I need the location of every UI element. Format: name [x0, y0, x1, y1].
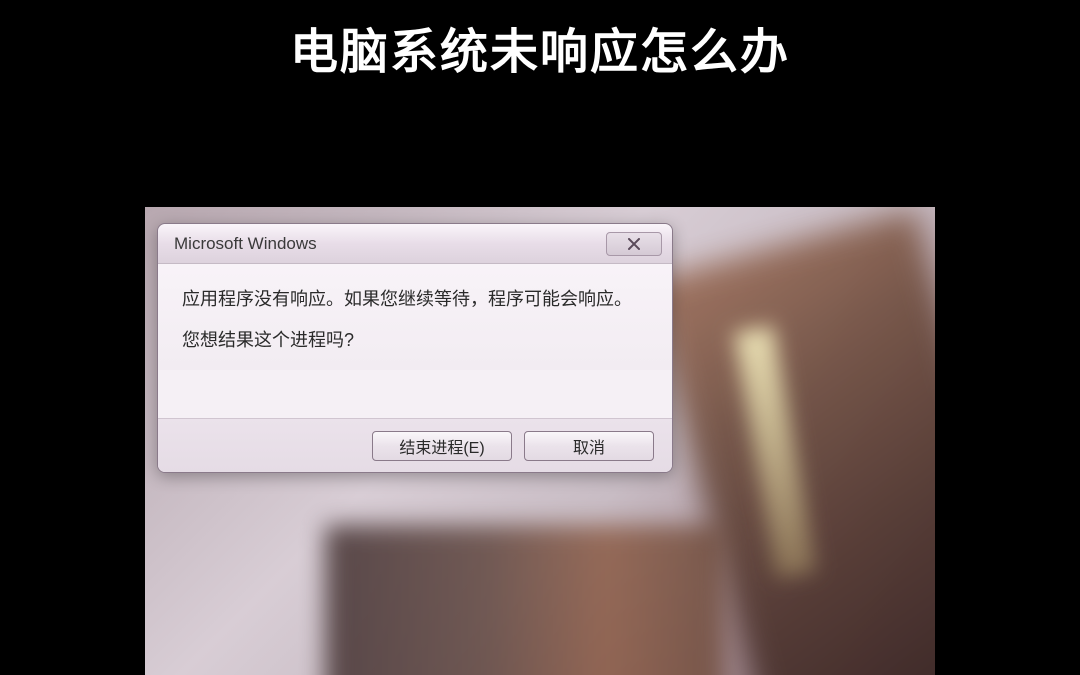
end-process-button[interactable]: 结束进程(E): [372, 431, 512, 461]
dialog-body: 应用程序没有响应。如果您继续等待，程序可能会响应。 您想结果这个进程吗?: [158, 264, 672, 370]
close-icon: [627, 238, 641, 250]
dialog-message-2: 您想结果这个进程吗?: [182, 327, 648, 354]
dialog-message-1: 应用程序没有响应。如果您继续等待，程序可能会响应。: [182, 286, 648, 313]
dialog-footer: 结束进程(E) 取消: [158, 418, 672, 472]
cancel-button[interactable]: 取消: [524, 431, 654, 461]
page-title: 电脑系统未响应怎么办: [0, 0, 1080, 82]
background-blur: [325, 525, 725, 675]
windows-dialog: Microsoft Windows 应用程序没有响应。如果您继续等待，程序可能会…: [157, 223, 673, 473]
dialog-title: Microsoft Windows: [174, 234, 317, 254]
desktop-screenshot: Microsoft Windows 应用程序没有响应。如果您继续等待，程序可能会…: [145, 207, 935, 675]
dialog-titlebar[interactable]: Microsoft Windows: [158, 224, 672, 264]
close-button[interactable]: [606, 232, 662, 256]
